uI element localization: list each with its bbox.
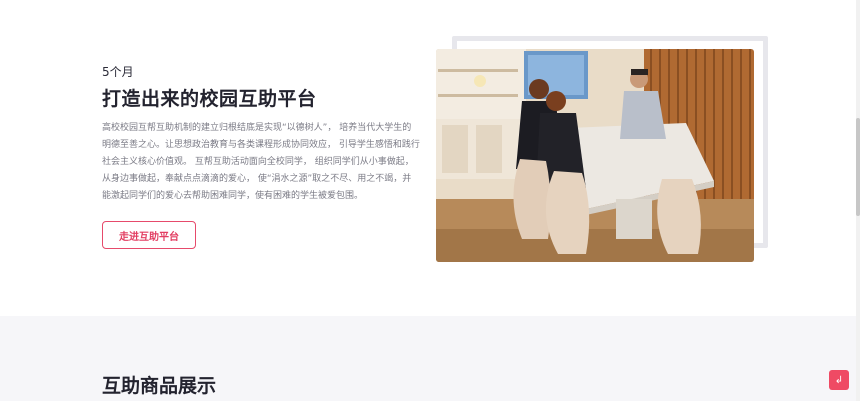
hero-description: 高校校园互帮互助机制的建立归根结底是实现“以德树人”， 培养当代大学生的明德至善… xyxy=(102,123,420,201)
scrollbar[interactable] xyxy=(856,0,860,401)
hero-section: 5个月 打造出来的校园互助平台 高校校园互帮互助机制的建立归根结底是实现“以德树… xyxy=(0,0,860,316)
back-to-top-icon: ↲ xyxy=(834,374,844,386)
hero-title: 打造出来的校园互助平台 xyxy=(102,88,317,110)
products-section: 互助商品展示 xyxy=(0,316,860,401)
scrollbar-thumb[interactable] xyxy=(856,118,860,216)
products-title: 互助商品展示 xyxy=(102,375,217,397)
page: 5个月 打造出来的校园互助平台 高校校园互帮互助机制的建立归根结底是实现“以德树… xyxy=(0,0,860,401)
hero-eyebrow: 5个月 xyxy=(102,65,134,79)
back-to-top-button[interactable]: ↲ xyxy=(829,370,849,390)
enter-platform-button[interactable]: 走进互助平台 xyxy=(102,221,196,249)
meeting-photo xyxy=(436,49,754,262)
